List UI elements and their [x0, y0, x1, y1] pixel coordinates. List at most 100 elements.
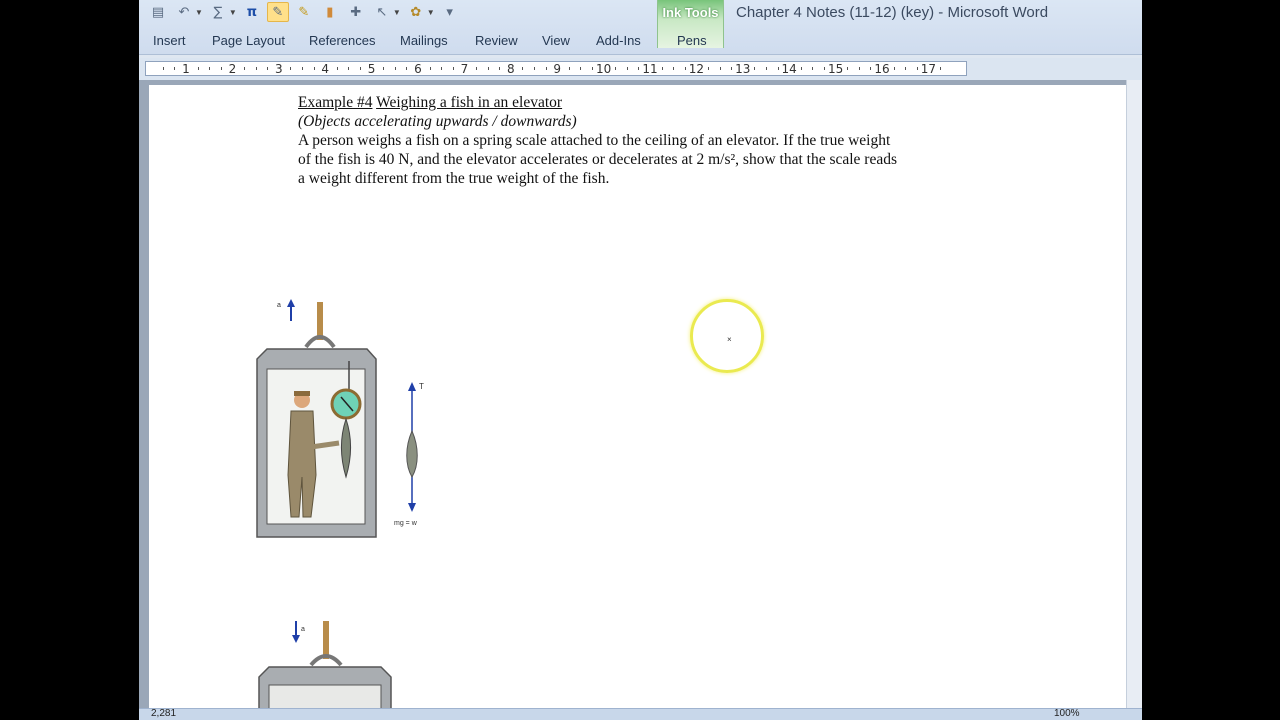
- ruler-tick: [534, 67, 535, 70]
- ruler-tick: [290, 67, 292, 70]
- ruler-tick: [441, 67, 443, 70]
- ruler-tick: [777, 67, 779, 70]
- pointer-icon: ×: [727, 335, 732, 344]
- ruler-tick: [684, 67, 686, 70]
- ruler-tick: [568, 67, 570, 70]
- ruler-number: 11: [642, 62, 658, 76]
- ruler-number: 4: [321, 62, 330, 76]
- ruler-number: 5: [367, 62, 376, 76]
- ruler-number: 10: [595, 62, 612, 76]
- hook: [309, 654, 343, 667]
- ruler-tick: [858, 67, 860, 70]
- accel-label: a: [277, 302, 281, 309]
- window-title: Chapter 4 Notes (11-12) (key) - Microsof…: [736, 4, 1049, 21]
- ruler-number: 1: [182, 62, 190, 76]
- tab-references[interactable]: References: [309, 33, 375, 48]
- select-arrow-icon[interactable]: ↖: [371, 2, 393, 22]
- ruler-number: 2: [228, 62, 237, 76]
- ruler-tick: [661, 67, 663, 70]
- save-icon[interactable]: ▤: [147, 2, 169, 22]
- ruler-number: 17: [920, 62, 937, 76]
- ruler-tick: [638, 67, 640, 70]
- ruler-tick: [626, 67, 628, 70]
- elevator-figure-down: a: [258, 621, 392, 713]
- fish-free-body-icon: [406, 429, 418, 478]
- ruler-number: 8: [506, 62, 515, 76]
- chevron-down-icon[interactable]: ▼: [229, 8, 237, 17]
- tab-insert[interactable]: Insert: [153, 33, 186, 48]
- horizontal-ruler[interactable]: 1 2 3 4 5 6 7 8 9 10 11 12 13 14 15 16 17: [139, 58, 1142, 80]
- ruler-tick: [893, 67, 895, 70]
- ruler-strip: 1 2 3 4 5 6 7 8 9 10 11 12 13 14 15 16 17: [145, 61, 967, 76]
- ruler-tick: [499, 67, 501, 70]
- body-line: a weight different from the true weight …: [298, 170, 610, 187]
- crosshair-icon[interactable]: ✚: [345, 2, 367, 22]
- ruler-tick: [220, 67, 222, 70]
- chevron-down-icon[interactable]: ▼: [427, 8, 435, 17]
- tab-add-ins[interactable]: Add-Ins: [596, 33, 641, 48]
- tab-pens[interactable]: Pens: [677, 33, 707, 48]
- example-body: A person weighs a fish on a spring scale…: [298, 131, 897, 188]
- ruler-tick: [162, 67, 164, 70]
- ruler-number: 9: [553, 62, 562, 76]
- ruler-tick: [255, 67, 257, 70]
- ruler-tick: [870, 67, 872, 70]
- ruler-tick: [719, 67, 721, 70]
- ruler-tick: [429, 67, 431, 70]
- tab-page-layout[interactable]: Page Layout: [212, 33, 285, 48]
- example-label: Example #4: [298, 94, 373, 111]
- chevron-down-icon[interactable]: ▼: [393, 8, 401, 17]
- ruler-number: 12: [688, 62, 705, 76]
- ruler-tick: [452, 67, 454, 70]
- body-line: of the fish is 40 N, and the elevator ac…: [298, 151, 898, 168]
- zoom-level[interactable]: 100%: [1054, 708, 1080, 719]
- context-group-label: Ink Tools: [662, 5, 719, 20]
- ruler-number: 6: [414, 62, 422, 76]
- ruler-tick: [800, 67, 802, 70]
- chevron-down-icon[interactable]: ▼: [195, 8, 203, 17]
- eraser-icon[interactable]: ▮: [319, 2, 341, 22]
- vertical-scrollbar[interactable]: [1126, 80, 1142, 708]
- hook: [304, 335, 336, 349]
- word-window: ▤ ↶ ▼ ∑ ▼ π ✎ ✎ ▮ ✚ ↖ ▼ ✿ ▼ ▾ Ink Tools …: [139, 0, 1142, 720]
- ruler-tick: [383, 67, 385, 70]
- ruler-number: 16: [874, 62, 890, 76]
- tab-mailings[interactable]: Mailings: [400, 33, 448, 48]
- ruler-tick: [244, 67, 245, 70]
- ruler-tick: [824, 67, 825, 70]
- example-subtitle: (Objects accelerating upwards / downward…: [298, 113, 577, 130]
- pi-icon[interactable]: π: [241, 2, 263, 22]
- ruler-number: 14: [781, 62, 797, 76]
- ruler-tick: [545, 67, 547, 70]
- ruler-tick: [905, 67, 907, 70]
- tab-view[interactable]: View: [542, 33, 570, 48]
- example-heading: Example #4 Weighing a fish in an elevato…: [298, 93, 562, 112]
- ruler-tick: [766, 67, 767, 70]
- quick-access-toolbar: ▤ ↶ ▼ ∑ ▼ π ✎ ✎ ▮ ✚ ↖ ▼ ✿ ▼ ▾: [147, 0, 461, 24]
- ruler-tick: [487, 67, 489, 70]
- status-bar: 2,281 100%: [139, 708, 1142, 720]
- tab-review[interactable]: Review: [475, 33, 518, 48]
- pen-icon[interactable]: ✎: [266, 2, 289, 22]
- ribbon: ▤ ↶ ▼ ∑ ▼ π ✎ ✎ ▮ ✚ ↖ ▼ ✿ ▼ ▾ Ink Tools …: [139, 0, 1142, 55]
- tension-label: T: [419, 382, 424, 391]
- ruler-tick: [476, 67, 477, 70]
- rope: [317, 302, 323, 340]
- ruler-tick: [940, 67, 941, 70]
- customize-toolbar-icon[interactable]: ▾: [439, 2, 461, 22]
- document-area: Example #4 Weighing a fish in an elevato…: [139, 80, 1142, 720]
- document-page[interactable]: Example #4 Weighing a fish in an elevato…: [149, 85, 1126, 720]
- weight-arrow-icon: [408, 503, 416, 512]
- ruler-tick: [209, 67, 211, 70]
- elevator-figure-up: a T mg = w: [256, 299, 424, 538]
- spring-scale-icon: [330, 388, 362, 420]
- highlighter-icon[interactable]: ✎: [293, 2, 315, 22]
- undo-icon[interactable]: ↶: [173, 2, 195, 22]
- ruler-tick: [522, 67, 524, 70]
- equation-icon[interactable]: ∑: [207, 2, 229, 22]
- arrow-head-icon: [292, 635, 300, 643]
- ruler-tick: [673, 67, 675, 70]
- ruler-tick: [731, 67, 733, 70]
- ink-color-icon[interactable]: ✿: [405, 2, 427, 22]
- ruler-tick: [348, 67, 350, 70]
